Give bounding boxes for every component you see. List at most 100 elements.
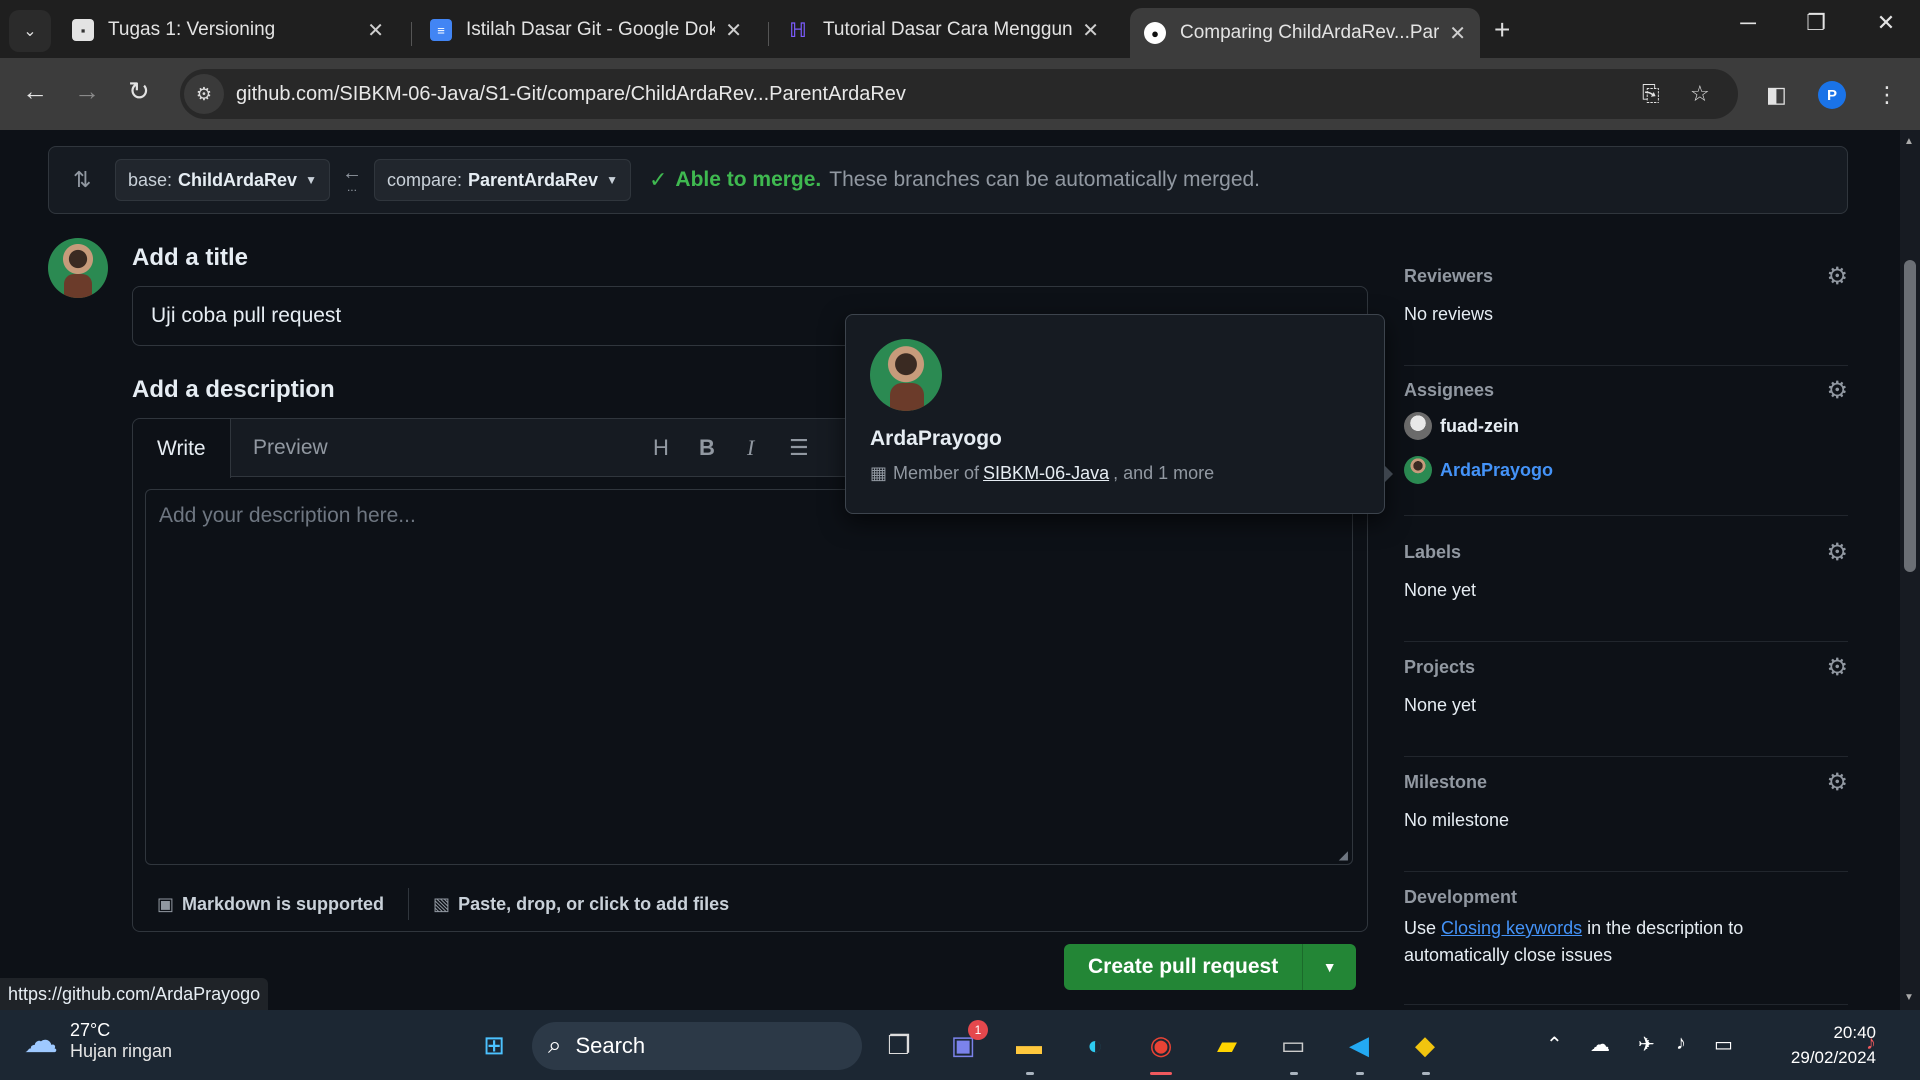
gear-icon[interactable]: ⚙ (1826, 262, 1848, 291)
tab-istilah[interactable]: ≡ Istilah Dasar Git - Google Dokum ✕ (416, 10, 756, 50)
hovercard-name[interactable]: ArdaPrayogo (870, 427, 1002, 451)
resize-handle-icon[interactable]: ◢ (1339, 848, 1348, 862)
sticky-notes-icon[interactable]: ▰ (1206, 1024, 1248, 1066)
weather-widget[interactable]: ☁ 27°C Hujan ringan (24, 1020, 172, 1062)
url-text[interactable]: github.com/SIBKM-06-Java/S1-Git/compare/… (236, 83, 906, 106)
dev-use-text: Use (1404, 918, 1437, 938)
assignees-label: Assignees (1404, 380, 1495, 400)
avatar[interactable] (48, 238, 108, 298)
minimize-icon[interactable]: ─ (1728, 10, 1768, 36)
notification-bell-icon[interactable]: ♪ (1866, 1032, 1876, 1055)
tab-search-button[interactable]: ⌄ (9, 10, 51, 52)
chevron-up-icon[interactable]: ⌃ (1546, 1032, 1563, 1057)
chrome-icon[interactable]: ◉ (1140, 1024, 1182, 1066)
install-icon[interactable]: ⎘ (1642, 81, 1660, 107)
tab-tutorial[interactable]: ℍ Tutorial Dasar Cara Menggunak ✕ (773, 10, 1113, 50)
temperature: 27°C (70, 1020, 111, 1040)
scroll-thumb[interactable] (1904, 260, 1916, 572)
running-indicator (1356, 1072, 1364, 1075)
description-textarea[interactable]: Add your description here... ◢ (145, 489, 1353, 865)
reload-icon[interactable]: ↻ (128, 76, 150, 107)
scroll-up-icon[interactable]: ▲ (1904, 136, 1914, 147)
git-app-icon[interactable]: ◆ (1404, 1024, 1446, 1066)
closing-keywords-link[interactable]: Closing keywords (1441, 918, 1582, 938)
side-panel-icon[interactable]: ◧ (1766, 82, 1787, 108)
vscode-icon[interactable]: ◀ (1338, 1024, 1380, 1066)
close-icon[interactable]: ✕ (725, 18, 742, 43)
member-prefix: Member of (893, 463, 980, 483)
task-view-icon[interactable]: ❐ (878, 1024, 920, 1066)
description-placeholder: Add your description here... (159, 504, 416, 527)
search-label: Search (575, 1033, 646, 1058)
sidebar-development: Development Use Closing keywords in the … (1404, 887, 1848, 1005)
heading-icon[interactable]: H (653, 435, 669, 461)
airplane-icon[interactable]: ✈ (1638, 1032, 1655, 1057)
scroll-down-icon[interactable]: ▼ (1904, 992, 1914, 1003)
create-pr-group: Create pull request ▼ (1064, 944, 1357, 990)
profile-avatar[interactable]: P (1818, 81, 1846, 109)
tab-comparing[interactable]: ● Comparing ChildArdaRev...Parer ✕ (1130, 8, 1480, 58)
gear-icon[interactable]: ⚙ (1826, 768, 1848, 797)
sidebar-labels: Labels ⚙ None yet (1404, 539, 1848, 642)
base-branch-select[interactable]: base: ChildArdaRev ▼ (115, 159, 330, 201)
menu-icon[interactable]: ⋮ (1876, 82, 1898, 108)
org-link[interactable]: SIBKM-06-Java (983, 463, 1109, 484)
battery-icon[interactable]: ▭ (1714, 1032, 1733, 1057)
terminal-icon[interactable]: ▭ (1272, 1024, 1314, 1066)
tab-preview[interactable]: Preview (229, 419, 352, 477)
page-scrollbar[interactable]: ▲ ▼ (1900, 130, 1920, 1010)
bookmark-star-icon[interactable]: ☆ (1690, 81, 1710, 107)
close-icon[interactable]: ✕ (1449, 21, 1466, 46)
status-url-text: https://github.com/ArdaPrayogo (8, 983, 261, 1004)
tab-divider (411, 22, 412, 46)
avatar (1404, 456, 1432, 484)
date: 29/02/2024 (1790, 1048, 1876, 1067)
compare-branch-select[interactable]: compare: ParentArdaRev ▼ (373, 159, 631, 201)
gear-icon[interactable]: ⚙ (1826, 538, 1848, 567)
forward-icon[interactable]: → (74, 76, 100, 107)
restore-icon[interactable]: ❐ (1796, 10, 1836, 36)
file-explorer-icon[interactable]: ▬ (1008, 1024, 1050, 1066)
volume-icon[interactable]: ♪ (1676, 1032, 1686, 1055)
create-pr-dropdown[interactable]: ▼ (1302, 944, 1357, 990)
back-icon[interactable]: ← (22, 76, 48, 107)
attach-files[interactable]: ▧ Paste, drop, or click to add files (433, 894, 729, 915)
sidebar-reviewers: Reviewers ⚙ No reviews (1404, 263, 1848, 366)
organization-icon: ▦ (870, 463, 888, 483)
new-tab-button[interactable]: + (1494, 14, 1510, 46)
taskbar-search[interactable]: ⌕ Search (532, 1022, 862, 1070)
clock[interactable]: 20:40 29/02/2024 (1760, 1020, 1876, 1070)
development-label: Development (1404, 887, 1518, 907)
tab-tugas[interactable]: ▪ Tugas 1: Versioning ✕ (58, 10, 398, 50)
close-icon[interactable]: ✕ (1082, 18, 1099, 43)
tab-title: Tugas 1: Versioning (108, 19, 276, 40)
tab-write-label: Write (157, 436, 206, 460)
italic-icon[interactable]: I (747, 435, 754, 461)
close-window-icon[interactable]: ✕ (1866, 10, 1906, 36)
onedrive-icon[interactable]: ☁ (1590, 1032, 1610, 1057)
markdown-icon: ▣ (157, 893, 175, 914)
gear-icon[interactable]: ⚙ (1826, 653, 1848, 682)
reviewers-label: Reviewers (1404, 266, 1494, 286)
windows-start-icon[interactable]: ⊞ (473, 1024, 515, 1066)
milestone-label: Milestone (1404, 772, 1488, 792)
create-pull-request-button[interactable]: Create pull request (1064, 944, 1303, 990)
tab-write[interactable]: Write (133, 419, 231, 478)
compare-arrow: ← ... (342, 163, 362, 194)
close-icon[interactable]: ✕ (367, 18, 384, 43)
gear-icon[interactable]: ⚙ (1826, 376, 1848, 405)
assignee-name: fuad-zein (1440, 415, 1519, 436)
assignee-ardaprayogo[interactable]: ArdaPrayogo (1404, 456, 1553, 484)
list-icon[interactable]: ☰ (789, 435, 809, 461)
bold-icon[interactable]: B (699, 435, 715, 461)
hovercard-membership: ▦ Member of SIBKM-06-Java , and 1 more (870, 463, 1214, 484)
notification-badge: 1 (968, 1020, 988, 1040)
avatar[interactable] (870, 339, 942, 411)
markdown-link[interactable]: ▣ Markdown is supported (157, 894, 384, 915)
reviewers-value: No reviews (1404, 304, 1494, 324)
assignee-fuad-zein[interactable]: fuad-zein (1404, 412, 1519, 440)
avatar (1404, 412, 1432, 440)
address-bar[interactable]: ⚙ github.com/SIBKM-06-Java/S1-Git/compar… (180, 69, 1738, 119)
site-info-icon[interactable]: ⚙ (184, 74, 224, 114)
edge-icon[interactable]: ◐ (1074, 1024, 1116, 1066)
